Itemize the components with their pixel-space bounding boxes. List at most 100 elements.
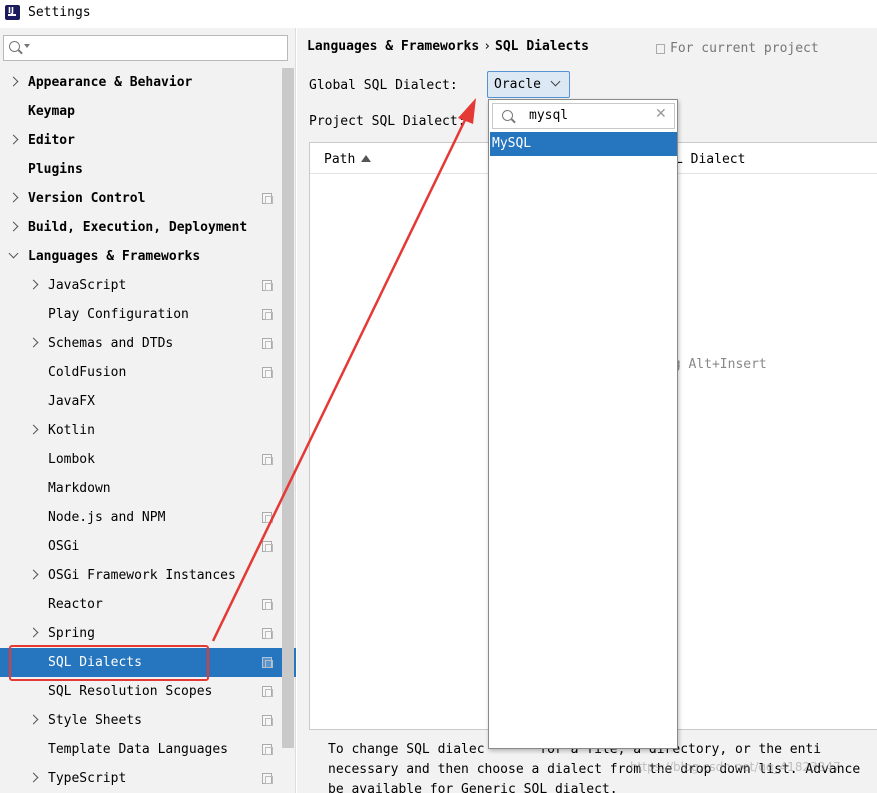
- sidebar-item-label: SQL Resolution Scopes: [48, 684, 213, 699]
- sidebar-item-label: Build, Execution, Deployment: [28, 220, 248, 235]
- project-scope-icon: [262, 599, 273, 610]
- project-scope-icon: [262, 744, 273, 755]
- project-scope-icon: [262, 193, 273, 204]
- project-scope-icon: [262, 628, 273, 639]
- sidebar-item[interactable]: Keymap: [0, 97, 282, 126]
- table-empty-hint: ng Alt+Insert: [665, 357, 767, 372]
- sort-ascending-icon: [361, 155, 372, 162]
- sidebar-item[interactable]: Spring: [0, 619, 282, 648]
- project-scope-icon: [262, 773, 273, 784]
- sidebar-item[interactable]: Reactor: [0, 590, 282, 619]
- search-icon: [502, 110, 513, 121]
- breadcrumb-parent[interactable]: Languages & Frameworks: [307, 39, 479, 54]
- global-dialect-value: Oracle: [494, 77, 541, 92]
- watermark-text: https://blog.csdn.net/qq_41823347: [630, 760, 841, 774]
- global-dialect-combobox[interactable]: Oracle: [487, 71, 570, 98]
- chevron-right-icon[interactable]: [8, 134, 19, 145]
- sidebar-item[interactable]: Version Control: [0, 184, 282, 213]
- breadcrumb-current: SQL Dialects: [495, 39, 589, 54]
- dialect-search-field[interactable]: mysql ✕: [492, 103, 675, 129]
- project-scope-icon: [262, 686, 273, 697]
- sidebar-item-label: Kotlin: [48, 423, 95, 438]
- breadcrumb-separator: ›: [483, 39, 492, 54]
- chevron-right-icon[interactable]: [28, 569, 39, 580]
- sidebar-item-label: JavaFX: [48, 394, 95, 409]
- description-line: be available for Generic SQL dialect.: [328, 782, 618, 793]
- title-bar: IJ Settings: [0, 0, 877, 28]
- sidebar-scrollbar[interactable]: [282, 68, 294, 748]
- sidebar-item[interactable]: Appearance & Behavior: [0, 68, 282, 97]
- dialect-search-query[interactable]: mysql: [529, 108, 568, 123]
- chevron-down-icon[interactable]: [8, 248, 19, 259]
- sidebar-item[interactable]: Schemas and DTDs: [0, 329, 282, 358]
- sidebar-item-label: Keymap: [28, 104, 75, 119]
- sidebar-item[interactable]: Style Sheets: [0, 706, 282, 735]
- chevron-right-icon[interactable]: [28, 279, 39, 290]
- sidebar-item-label: OSGi: [48, 539, 80, 554]
- annotation-highlight-box: [9, 645, 209, 681]
- sidebar-item[interactable]: TypeScript: [0, 764, 282, 793]
- sidebar-item-label: Lombok: [48, 452, 95, 467]
- sidebar-item-label: Schemas and DTDs: [48, 336, 174, 351]
- sidebar-item-label: Template Data Languages: [48, 742, 229, 757]
- sidebar-item[interactable]: Languages & Frameworks: [0, 242, 282, 271]
- intellij-app-icon: IJ: [5, 5, 20, 20]
- sidebar-item[interactable]: JavaScript: [0, 271, 282, 300]
- chevron-right-icon[interactable]: [28, 424, 39, 435]
- sidebar-item-label: Spring: [48, 626, 95, 641]
- sidebar-item[interactable]: Play Configuration: [0, 300, 282, 329]
- sidebar-item-label: Version Control: [28, 191, 146, 206]
- project-scope-icon: [262, 512, 273, 523]
- sidebar-item[interactable]: Editor: [0, 126, 282, 155]
- sidebar-item-label: Plugins: [28, 162, 83, 177]
- project-scope-icon: [262, 367, 273, 378]
- sidebar-item[interactable]: OSGi: [0, 532, 282, 561]
- sidebar-item-label: Play Configuration: [48, 307, 189, 322]
- sidebar-item[interactable]: Markdown: [0, 474, 282, 503]
- settings-search-box[interactable]: [3, 35, 288, 61]
- sidebar-item[interactable]: ColdFusion: [0, 358, 282, 387]
- chevron-right-icon[interactable]: [8, 192, 19, 203]
- clear-search-icon[interactable]: ✕: [655, 106, 667, 122]
- project-scope-icon: [262, 657, 273, 668]
- search-icon[interactable]: [9, 41, 20, 52]
- chevron-right-icon[interactable]: [28, 627, 39, 638]
- chevron-right-icon[interactable]: [28, 772, 39, 783]
- settings-search-input[interactable]: [34, 39, 274, 57]
- sidebar-item-label: ColdFusion: [48, 365, 127, 380]
- chevron-right-icon[interactable]: [28, 714, 39, 725]
- sidebar-item[interactable]: SQL Resolution Scopes: [0, 677, 282, 706]
- sidebar-item[interactable]: OSGi Framework Instances: [0, 561, 282, 590]
- search-history-dropdown-icon[interactable]: [24, 44, 30, 48]
- sidebar-item-label: OSGi Framework Instances: [48, 568, 236, 583]
- column-header-dialect[interactable]: L Dialect: [675, 152, 745, 167]
- settings-tree: Appearance & Behavior Keymap Editor Plugins…: [0, 68, 296, 793]
- sidebar-item[interactable]: Build, Execution, Deployment: [0, 213, 282, 242]
- project-scope-icon: [262, 309, 273, 320]
- chevron-down-icon: [550, 76, 561, 87]
- chevron-right-icon[interactable]: [8, 76, 19, 87]
- column-header-path[interactable]: Path: [324, 152, 372, 167]
- sidebar-item-label: Markdown: [48, 481, 111, 496]
- sidebar-item-label: JavaScript: [48, 278, 127, 293]
- sidebar-item[interactable]: Template Data Languages: [0, 735, 282, 764]
- sidebar-item-label: Style Sheets: [48, 713, 142, 728]
- sidebar-item-label: Reactor: [48, 597, 103, 612]
- sidebar-item[interactable]: Lombok: [0, 445, 282, 474]
- sidebar-item[interactable]: Kotlin: [0, 416, 282, 445]
- scope-label: For current project: [670, 41, 819, 56]
- sidebar-item[interactable]: JavaFX: [0, 387, 282, 416]
- sidebar-item[interactable]: Node.js and NPM: [0, 503, 282, 532]
- chevron-right-icon[interactable]: [8, 221, 19, 232]
- breadcrumb: Languages & Frameworks › SQL Dialects: [307, 39, 589, 54]
- project-scope-icon: [262, 454, 273, 465]
- scope-indicator: For current project: [656, 41, 819, 56]
- dialect-option-mysql[interactable]: MySQL: [490, 132, 677, 156]
- project-scope-icon: [262, 338, 273, 349]
- sidebar-item-label: TypeScript: [48, 771, 127, 786]
- sidebar-item[interactable]: Plugins: [0, 155, 282, 184]
- project-scope-icon: [262, 280, 273, 291]
- sidebar-item-label: Appearance & Behavior: [28, 75, 193, 90]
- chevron-right-icon[interactable]: [28, 337, 39, 348]
- sidebar-item-label: Node.js and NPM: [48, 510, 166, 525]
